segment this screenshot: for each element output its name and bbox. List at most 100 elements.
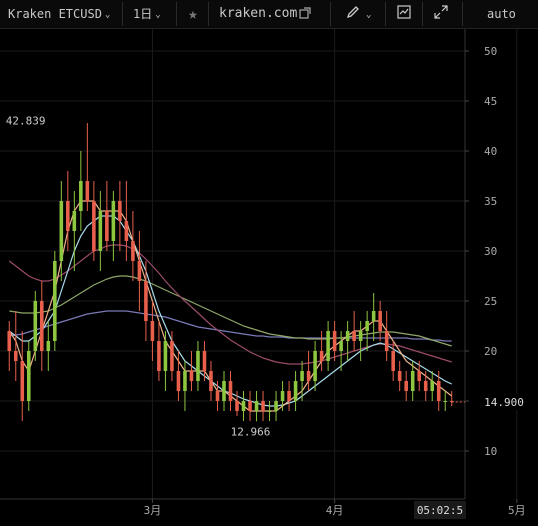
- candle-body: [293, 381, 298, 401]
- candle-body: [105, 211, 109, 241]
- time-tick-label: 5月: [508, 504, 526, 517]
- candle-body: [410, 371, 415, 391]
- candle-body: [13, 351, 18, 361]
- symbol-selector[interactable]: Kraken ETCUSD ⌄: [8, 0, 110, 28]
- candle: [378, 301, 382, 341]
- candle-body: [7, 331, 12, 351]
- fullscreen-icon[interactable]: [433, 4, 449, 24]
- candle-body: [241, 401, 246, 411]
- candle-body: [85, 181, 90, 201]
- candle: [124, 181, 129, 261]
- pencil-icon[interactable]: [345, 4, 361, 24]
- candle-body: [267, 411, 272, 412]
- candle: [319, 331, 324, 371]
- price-annotations: 42.839 12.966: [6, 115, 465, 438]
- candle-body: [391, 351, 395, 371]
- candle: [157, 321, 161, 381]
- candle-body: [280, 391, 285, 401]
- candle-body: [26, 351, 31, 401]
- last-price-badge: 14.900: [476, 394, 532, 410]
- candle-body: [118, 201, 122, 221]
- candle-body: [287, 391, 291, 401]
- candle: [261, 391, 265, 421]
- toolbar-divider: [176, 2, 177, 26]
- candle-body: [378, 311, 382, 331]
- candle-body: [423, 381, 428, 391]
- candle-body: [254, 401, 259, 411]
- candle: [196, 341, 200, 391]
- candle-body: [397, 371, 402, 381]
- candle: [352, 311, 356, 351]
- candle: [391, 341, 395, 381]
- candle: [326, 321, 330, 371]
- candlestick-chart[interactable]: 504540353025201510 3月4月5月 42.83912.966 1…: [0, 29, 538, 526]
- high-price-label: 42.839: [6, 115, 46, 128]
- candle-body: [20, 361, 25, 401]
- candle: [98, 191, 103, 271]
- candle-body: [196, 351, 200, 381]
- symbol-label: Kraken ETCUSD: [8, 7, 102, 21]
- candle-body: [306, 371, 311, 381]
- candle-body: [131, 241, 135, 261]
- candle: [248, 391, 252, 421]
- drawing-tools-dropdown[interactable]: ⌄: [363, 0, 371, 28]
- candle: [241, 391, 246, 421]
- chart-toolbar: Kraken ETCUSD ⌄ 1日 ⌄ ★ kraken.com ⌄ auto: [0, 0, 538, 29]
- scale-mode-button[interactable]: auto: [487, 0, 516, 28]
- candle: [332, 321, 337, 361]
- external-link-icon[interactable]: [298, 4, 312, 24]
- time-axis: 3月 4月 5月: [144, 499, 526, 517]
- toolbar-divider: [122, 2, 123, 26]
- toolbar-divider: [422, 2, 423, 26]
- site-link[interactable]: kraken.com: [219, 0, 297, 28]
- candle: [20, 331, 25, 421]
- toolbar-divider: [208, 2, 209, 26]
- candle-body: [319, 351, 324, 361]
- chevron-down-icon: ⌄: [155, 10, 161, 20]
- current-time-badge: 05:02:5: [414, 501, 466, 519]
- candle-body: [59, 201, 64, 261]
- candle-body: [339, 341, 343, 351]
- candle: [33, 291, 38, 361]
- chart-template-icon[interactable]: [396, 4, 412, 24]
- candle-body: [430, 381, 435, 391]
- candle-body: [404, 381, 408, 391]
- candle-body: [46, 341, 51, 351]
- candle-body: [215, 391, 220, 401]
- chevron-down-icon: ⌄: [104, 10, 111, 20]
- candle-body: [189, 371, 194, 381]
- chevron-down-icon: ⌄: [366, 10, 372, 20]
- candle: [40, 281, 44, 371]
- candle: [118, 181, 122, 251]
- toolbar-divider: [462, 2, 463, 26]
- candle-body: [313, 351, 317, 381]
- price-tick-label: 45: [484, 95, 497, 108]
- candle-body: [176, 371, 181, 391]
- candle-body: [358, 331, 363, 341]
- candle: [267, 401, 272, 421]
- candle-body: [98, 211, 103, 251]
- star-icon[interactable]: ★: [183, 4, 203, 24]
- candle: [287, 381, 291, 411]
- candles: [7, 123, 454, 422]
- candle: [46, 321, 51, 371]
- toolbar-divider: [385, 2, 386, 26]
- candle: [189, 351, 194, 391]
- candle: [235, 391, 239, 416]
- candle: [79, 151, 83, 231]
- candle-body: [326, 331, 330, 361]
- scale-mode-label: auto: [487, 7, 516, 21]
- candle: [345, 321, 350, 361]
- interval-selector[interactable]: 1日 ⌄: [133, 0, 161, 28]
- price-tick-label: 35: [484, 195, 497, 208]
- candle: [306, 351, 311, 391]
- candle-body: [33, 301, 38, 351]
- candle-body: [332, 331, 337, 351]
- toolbar-divider: [330, 2, 331, 26]
- candle: [384, 311, 389, 361]
- candle-body: [111, 201, 116, 241]
- candle-body: [144, 281, 148, 321]
- candle: [293, 371, 298, 411]
- candle-body: [274, 401, 278, 411]
- price-tick-label: 40: [484, 145, 497, 158]
